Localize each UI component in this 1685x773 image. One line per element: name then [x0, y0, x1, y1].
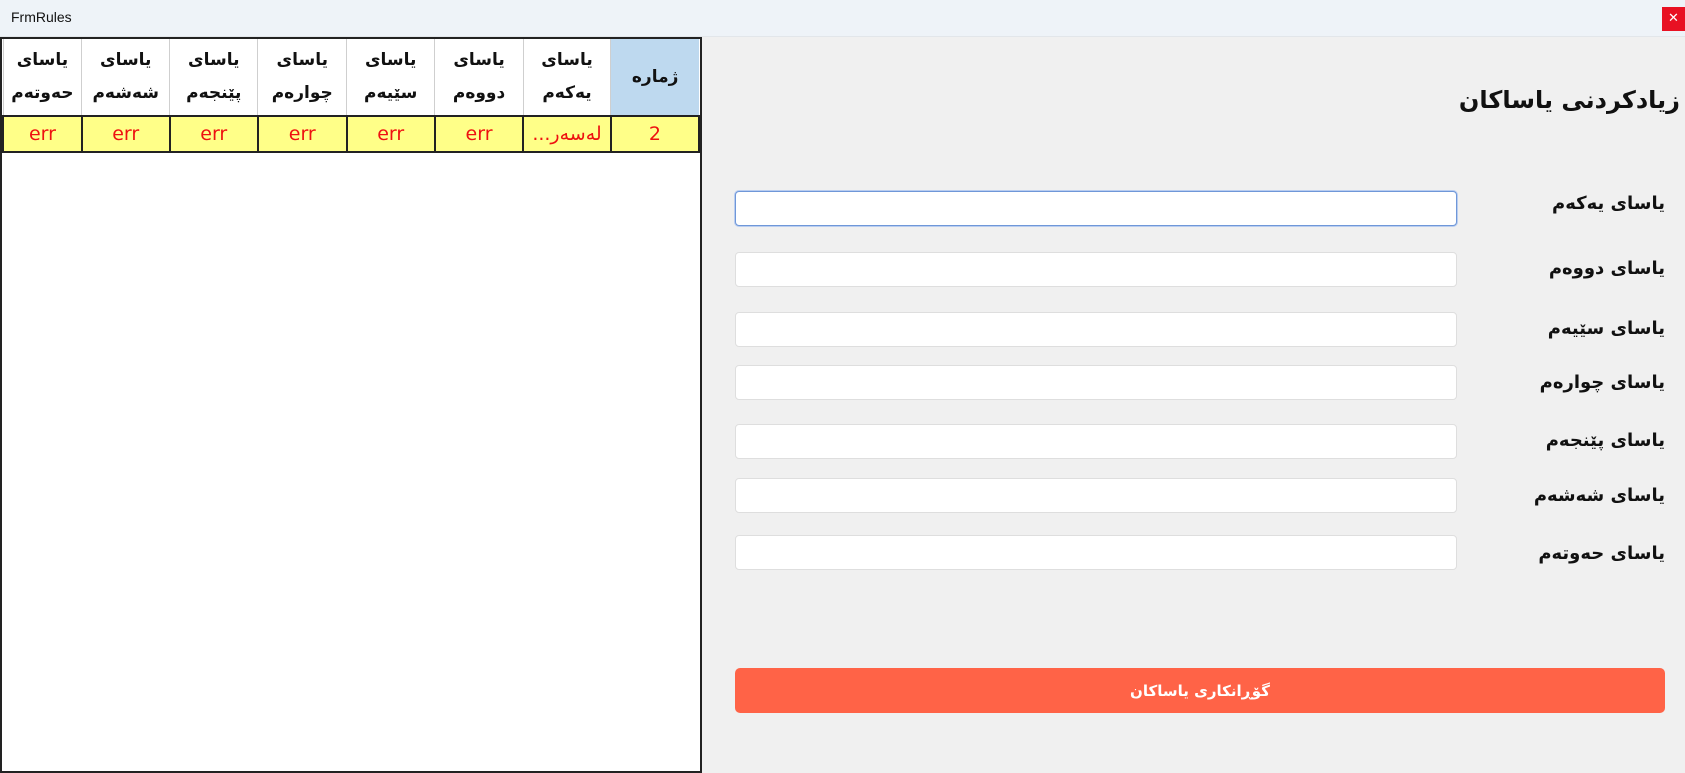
- rule-3-label: یاسای سێیەم: [1547, 318, 1665, 339]
- rule-7-input[interactable]: [735, 535, 1457, 570]
- column-header-rule-1[interactable]: یاسای یەکەم: [522, 39, 611, 116]
- rule-2-input[interactable]: [735, 252, 1457, 287]
- rule-2-label: یاسای دووەم: [1548, 258, 1665, 279]
- table-cell[interactable]: 2: [609, 115, 700, 153]
- column-header-number[interactable]: ژمارە: [610, 39, 699, 116]
- column-header-rule-3[interactable]: یاسای سێیەم: [346, 39, 435, 116]
- header-row: ژمارە یاسای یەکەم یاسای دووەم یاسای سێیە…: [2, 39, 699, 116]
- column-header-rule-2[interactable]: یاسای دووەم: [434, 39, 524, 116]
- update-rules-button[interactable]: گۆڕانکاری یاساکان: [735, 668, 1665, 713]
- column-header-rule-4[interactable]: یاسای چوارەم: [257, 39, 347, 116]
- close-icon: ✕: [1668, 11, 1679, 26]
- rule-4-input[interactable]: [735, 365, 1457, 400]
- title-bar: FrmRules ✕: [0, 0, 1685, 37]
- rule-5-input[interactable]: [735, 424, 1457, 459]
- table-cell[interactable]: err: [2, 115, 83, 153]
- close-button[interactable]: ✕: [1662, 7, 1685, 31]
- column-header-rule-6[interactable]: یاسای شەشەم: [81, 39, 170, 116]
- rules-grid[interactable]: ژمارە یاسای یەکەم یاسای دووەم یاسای سێیە…: [0, 37, 702, 773]
- table-cell[interactable]: err: [168, 115, 259, 153]
- rule-1-label: یاسای یەکەم: [1552, 193, 1665, 214]
- column-header-rule-7[interactable]: یاسای حەوتەم: [2, 39, 82, 116]
- rule-3-input[interactable]: [735, 312, 1457, 347]
- table-cell[interactable]: err: [80, 115, 171, 153]
- table-cell[interactable]: err: [345, 115, 436, 153]
- rule-1-input[interactable]: [735, 191, 1457, 226]
- table-cell[interactable]: err: [256, 115, 348, 153]
- rule-6-input[interactable]: [735, 478, 1457, 513]
- window-title: FrmRules: [11, 9, 72, 25]
- rules-table: ژمارە یاسای یەکەم یاسای دووەم یاسای سێیە…: [2, 39, 700, 153]
- table-cell[interactable]: err: [433, 115, 525, 153]
- table-cell[interactable]: لەسەر...: [522, 115, 612, 153]
- rule-6-label: یاسای شەشەم: [1533, 485, 1665, 506]
- rule-4-label: یاسای چوارەم: [1539, 372, 1665, 393]
- column-header-rule-5[interactable]: یاسای پێنجەم: [169, 39, 258, 116]
- form-heading: زیادکردنی یاساکان: [1458, 86, 1680, 114]
- rule-5-label: یاسای پێنجەم: [1545, 430, 1665, 451]
- table-row[interactable]: 2 لەسەر... err err err err err err: [2, 115, 700, 153]
- rule-7-label: یاسای حەوتەم: [1538, 543, 1665, 564]
